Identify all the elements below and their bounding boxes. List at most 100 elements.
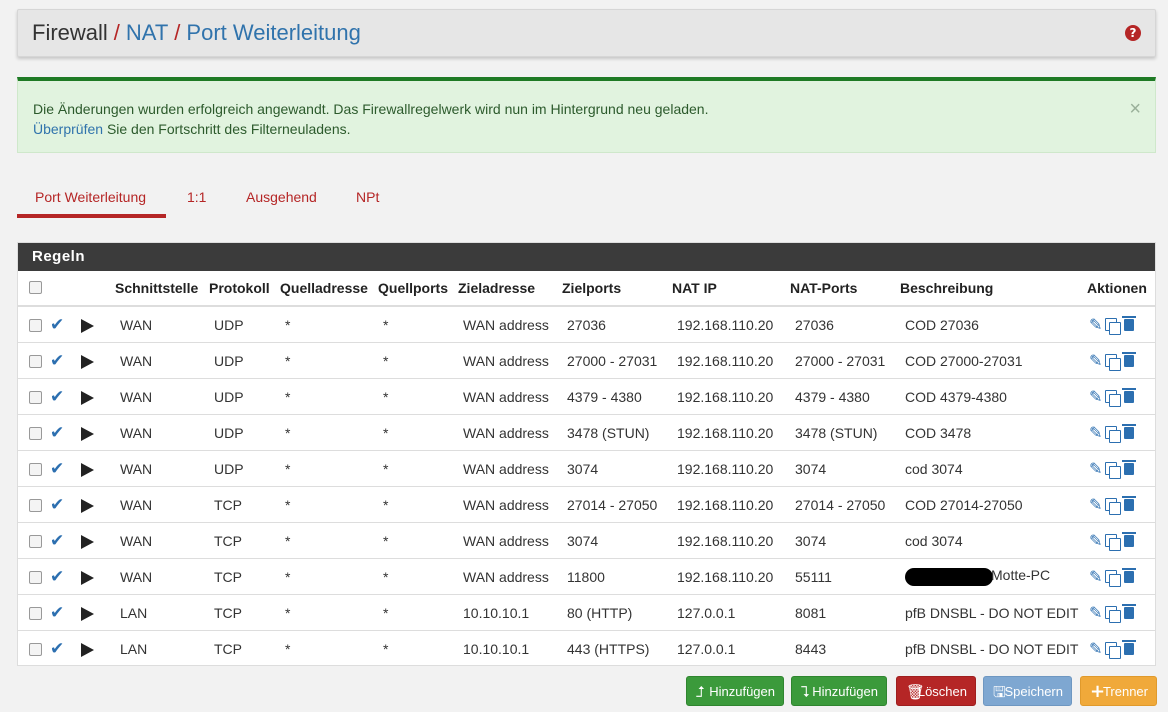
row-checkbox[interactable] bbox=[18, 594, 50, 631]
play-icon[interactable] bbox=[81, 306, 115, 343]
pencil-icon[interactable]: ✎ bbox=[1089, 603, 1102, 622]
play-icon[interactable] bbox=[81, 378, 115, 415]
play-icon[interactable] bbox=[81, 414, 115, 451]
tab-npt[interactable]: NPt bbox=[338, 178, 397, 218]
copy-icon[interactable] bbox=[1105, 605, 1122, 623]
play-icon[interactable] bbox=[81, 450, 115, 487]
col-source-ports[interactable]: Quellports bbox=[378, 271, 458, 307]
trash-icon[interactable] bbox=[1122, 603, 1137, 619]
col-description[interactable]: Beschreibung bbox=[900, 271, 1087, 307]
trash-icon[interactable] bbox=[1122, 315, 1137, 331]
cell-protocol: UDP bbox=[209, 450, 280, 487]
cell-protocol: UDP bbox=[209, 414, 280, 451]
check-icon[interactable]: ✔ bbox=[50, 522, 81, 559]
question-circle-icon[interactable]: ? bbox=[1125, 25, 1141, 41]
cell-source-address: * bbox=[280, 306, 378, 343]
col-destination-ports[interactable]: Zielports bbox=[562, 271, 672, 307]
check-icon[interactable]: ✔ bbox=[50, 306, 81, 343]
table-row[interactable]: ✔ WAN UDP * * WAN address 27000 - 27031 192.168… bbox=[18, 342, 1155, 379]
table-row[interactable]: ✔ WAN TCP * * WAN address 11800 192.168.110.20 5… bbox=[18, 558, 1155, 595]
trash-icon[interactable] bbox=[1122, 531, 1137, 547]
cell-destination-address: WAN address bbox=[458, 486, 562, 523]
pencil-icon[interactable]: ✎ bbox=[1089, 423, 1102, 442]
trash-icon[interactable] bbox=[1122, 639, 1137, 655]
play-icon[interactable] bbox=[81, 342, 115, 379]
select-all-checkbox[interactable] bbox=[18, 271, 50, 307]
pencil-icon[interactable]: ✎ bbox=[1089, 495, 1102, 514]
copy-icon[interactable] bbox=[1105, 569, 1122, 587]
pencil-icon[interactable]: ✎ bbox=[1089, 315, 1102, 334]
description-text: pfB DNSBL - DO NOT EDIT bbox=[905, 604, 1079, 621]
row-checkbox[interactable] bbox=[18, 558, 50, 595]
check-icon[interactable]: ✔ bbox=[50, 558, 81, 595]
col-source-address[interactable]: Quelladresse bbox=[280, 271, 378, 307]
check-icon[interactable]: ✔ bbox=[50, 342, 81, 379]
save-button[interactable]: 🖫 Speichern bbox=[983, 676, 1072, 706]
trash-icon[interactable] bbox=[1122, 567, 1137, 583]
check-icon[interactable]: ✔ bbox=[50, 594, 81, 631]
add-bottom-button[interactable]: ⮧ Hinzufügen bbox=[791, 676, 887, 706]
play-icon[interactable] bbox=[81, 631, 115, 667]
pencil-icon[interactable]: ✎ bbox=[1089, 351, 1102, 370]
play-icon[interactable] bbox=[81, 558, 115, 595]
row-checkbox[interactable] bbox=[18, 450, 50, 487]
table-row[interactable]: ✔ LAN TCP * * 10.10.10.1 80 (HTTP) 127.0.0.1 808… bbox=[18, 594, 1155, 631]
play-icon[interactable] bbox=[81, 486, 115, 523]
breadcrumb-nat-link[interactable]: NAT bbox=[126, 20, 168, 45]
verify-link[interactable]: Überprüfen bbox=[33, 121, 103, 137]
add-top-button[interactable]: ⮥ Hinzufügen bbox=[686, 676, 784, 706]
pencil-icon[interactable]: ✎ bbox=[1089, 459, 1102, 478]
copy-icon[interactable] bbox=[1105, 641, 1122, 659]
copy-icon[interactable] bbox=[1105, 425, 1122, 443]
pencil-icon[interactable]: ✎ bbox=[1089, 387, 1102, 406]
col-nat-ip[interactable]: NAT IP bbox=[672, 271, 790, 307]
check-icon[interactable]: ✔ bbox=[50, 450, 81, 487]
row-checkbox[interactable] bbox=[18, 486, 50, 523]
trash-icon[interactable] bbox=[1122, 351, 1137, 367]
col-nat-ports[interactable]: NAT-Ports bbox=[790, 271, 900, 307]
table-row[interactable]: ✔ WAN TCP * * WAN address 27014 - 27050 192.168… bbox=[18, 486, 1155, 523]
row-checkbox[interactable] bbox=[18, 631, 50, 667]
copy-icon[interactable] bbox=[1105, 533, 1122, 551]
tab-outbound[interactable]: Ausgehend bbox=[228, 178, 335, 218]
table-row[interactable]: ✔ WAN TCP * * WAN address 3074 192.168.110.20 30… bbox=[18, 522, 1155, 559]
copy-icon[interactable] bbox=[1105, 353, 1122, 371]
close-icon[interactable]: × bbox=[1129, 99, 1141, 119]
copy-icon[interactable] bbox=[1105, 497, 1122, 515]
trash-icon[interactable] bbox=[1122, 423, 1137, 439]
trash-icon[interactable] bbox=[1122, 387, 1137, 403]
check-icon[interactable]: ✔ bbox=[50, 378, 81, 415]
pencil-icon[interactable]: ✎ bbox=[1089, 567, 1102, 586]
copy-icon[interactable] bbox=[1105, 389, 1122, 407]
row-checkbox[interactable] bbox=[18, 378, 50, 415]
row-checkbox[interactable] bbox=[18, 414, 50, 451]
trash-icon[interactable] bbox=[1122, 459, 1137, 475]
trash-icon[interactable] bbox=[1122, 495, 1137, 511]
col-interface[interactable]: Schnittstelle bbox=[115, 271, 209, 307]
table-row[interactable]: ✔ WAN UDP * * WAN address 3074 192.168.110.20 30… bbox=[18, 450, 1155, 487]
play-icon[interactable] bbox=[81, 522, 115, 559]
col-destination-address[interactable]: Zieladresse bbox=[458, 271, 562, 307]
check-icon[interactable]: ✔ bbox=[50, 486, 81, 523]
row-actions: ✎ bbox=[1087, 558, 1155, 595]
row-checkbox[interactable] bbox=[18, 522, 50, 559]
pencil-icon[interactable]: ✎ bbox=[1089, 531, 1102, 550]
delete-button[interactable]: 🗑 Löschen bbox=[896, 676, 976, 706]
col-protocol[interactable]: Protokoll bbox=[209, 271, 280, 307]
table-row[interactable]: ✔ WAN UDP * * WAN address 27036 192.168.110.20 2… bbox=[18, 306, 1155, 343]
row-checkbox[interactable] bbox=[18, 306, 50, 343]
breadcrumb-port-forward-link[interactable]: Port Weiterleitung bbox=[186, 20, 360, 45]
pencil-icon[interactable]: ✎ bbox=[1089, 639, 1102, 658]
table-row[interactable]: ✔ WAN UDP * * WAN address 4379 - 4380 192.168.1… bbox=[18, 378, 1155, 415]
separator-button[interactable]: + Trenner bbox=[1080, 676, 1157, 706]
play-icon[interactable] bbox=[81, 594, 115, 631]
table-row[interactable]: ✔ WAN UDP * * WAN address 3478 (STUN) 192.168.1… bbox=[18, 414, 1155, 451]
tab-port-forward[interactable]: Port Weiterleitung bbox=[17, 178, 166, 218]
copy-icon[interactable] bbox=[1105, 317, 1122, 335]
tab-one-to-one[interactable]: 1:1 bbox=[169, 178, 224, 218]
check-icon[interactable]: ✔ bbox=[50, 631, 81, 667]
check-icon[interactable]: ✔ bbox=[50, 414, 81, 451]
row-checkbox[interactable] bbox=[18, 342, 50, 379]
table-row[interactable]: ✔ LAN TCP * * 10.10.10.1 443 (HTTPS) 127.0.0.1 8… bbox=[18, 631, 1155, 667]
copy-icon[interactable] bbox=[1105, 461, 1122, 479]
